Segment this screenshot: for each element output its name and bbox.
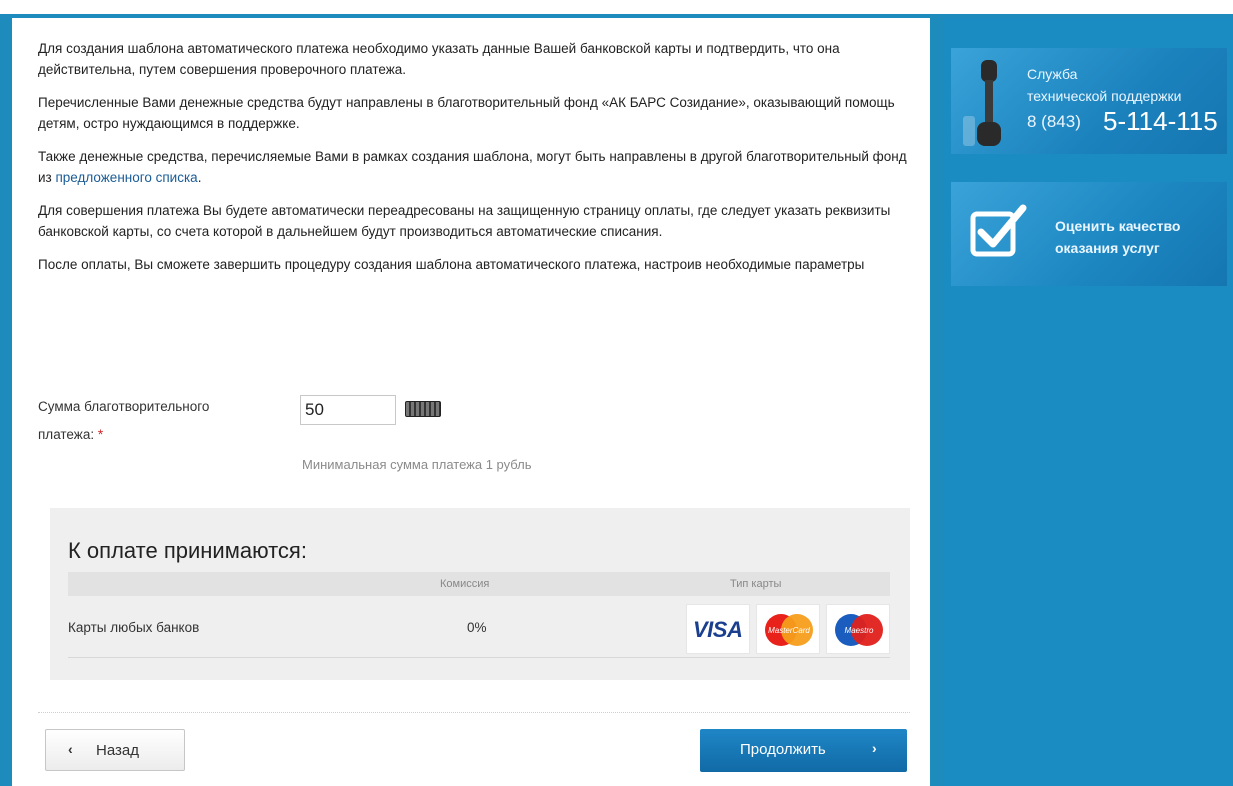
maestro-logo-graphic: Maestro — [835, 614, 883, 646]
visa-logo: VISA — [686, 604, 750, 654]
bank-name: Карты любых банков — [68, 620, 200, 635]
rate-title-line2: оказания услуг — [1055, 240, 1160, 256]
maestro-logo: Maestro — [826, 604, 890, 654]
mastercard-logo: MasterCard — [756, 604, 820, 654]
chevron-right-icon: › — [872, 740, 877, 756]
support-title-line2: технической поддержки — [1027, 88, 1182, 104]
funds-list-link[interactable]: предложенного списка — [55, 170, 197, 185]
support-title-line1: Служба — [1027, 66, 1078, 82]
continue-button[interactable]: Продолжить › — [700, 729, 907, 772]
maestro-logo-text: Maestro — [845, 626, 874, 635]
intro-paragraph-1: Для создания шаблона автоматического пла… — [38, 41, 840, 77]
visa-logo-text: VISA — [693, 617, 743, 642]
intro-paragraph-5: После оплаты, Вы сможете завершить проце… — [38, 257, 865, 272]
intro-paragraph-2: Перечисленные Вами денежные средства буд… — [38, 95, 895, 131]
column-header-commission: Комиссия — [440, 578, 490, 590]
commission-value: 0% — [467, 620, 487, 635]
mastercard-logo-graphic: MasterCard — [765, 614, 813, 646]
payments-title: К оплате принимаются: — [68, 538, 307, 563]
payments-table-header: Комиссия Тип карты — [68, 572, 890, 596]
column-header-card-type: Тип карты — [730, 578, 782, 590]
divider — [38, 712, 910, 713]
phone-handset-icon — [963, 60, 1001, 146]
amount-input[interactable] — [300, 395, 396, 425]
rate-title-line1: Оценить качество — [1055, 218, 1181, 234]
card-logos: VISA MasterCard Maestro — [686, 604, 892, 654]
accepted-payments-box: К оплате принимаются: Комиссия Тип карты… — [50, 508, 910, 680]
chevron-left-icon: ‹ — [68, 741, 73, 757]
top-strip — [0, 0, 1233, 14]
amount-hint: Минимальная сумма платежа 1 рубль — [302, 457, 532, 472]
back-button-label: Назад — [96, 742, 139, 759]
back-button[interactable]: ‹ Назад — [45, 729, 185, 771]
amount-label-line2: платежа: — [38, 427, 95, 442]
table-row: Карты любых банков 0% VISA MasterCard Ma… — [68, 600, 890, 658]
intro-text: Для создания шаблона автоматического пла… — [38, 38, 908, 287]
intro-paragraph-3: Также денежные средства, перечисляемые В… — [38, 146, 908, 188]
virtual-keyboard-icon[interactable] — [405, 401, 441, 417]
intro-paragraph-4: Для совершения платежа Вы будете автомат… — [38, 203, 891, 239]
support-phone-prefix: 8 (843) — [1027, 112, 1081, 131]
amount-label-line1: Сумма благотворительного — [38, 399, 210, 414]
continue-button-label: Продолжить — [740, 741, 826, 758]
rate-service-card[interactable]: Оценить качество оказания услуг — [951, 182, 1227, 286]
amount-row: Сумма благотворительного платежа: * Мини… — [38, 383, 638, 472]
support-service-card[interactable]: Служба технической поддержки 8 (843) 5-1… — [951, 48, 1227, 154]
intro-paragraph-3-end: . — [197, 170, 202, 185]
checkbox-check-icon — [970, 204, 1027, 257]
amount-label: Сумма благотворительного платежа: * — [38, 393, 268, 449]
support-phone-number: 5-114-115 — [1103, 106, 1218, 136]
required-mark: * — [97, 427, 104, 442]
mastercard-logo-text: MasterCard — [768, 626, 810, 635]
